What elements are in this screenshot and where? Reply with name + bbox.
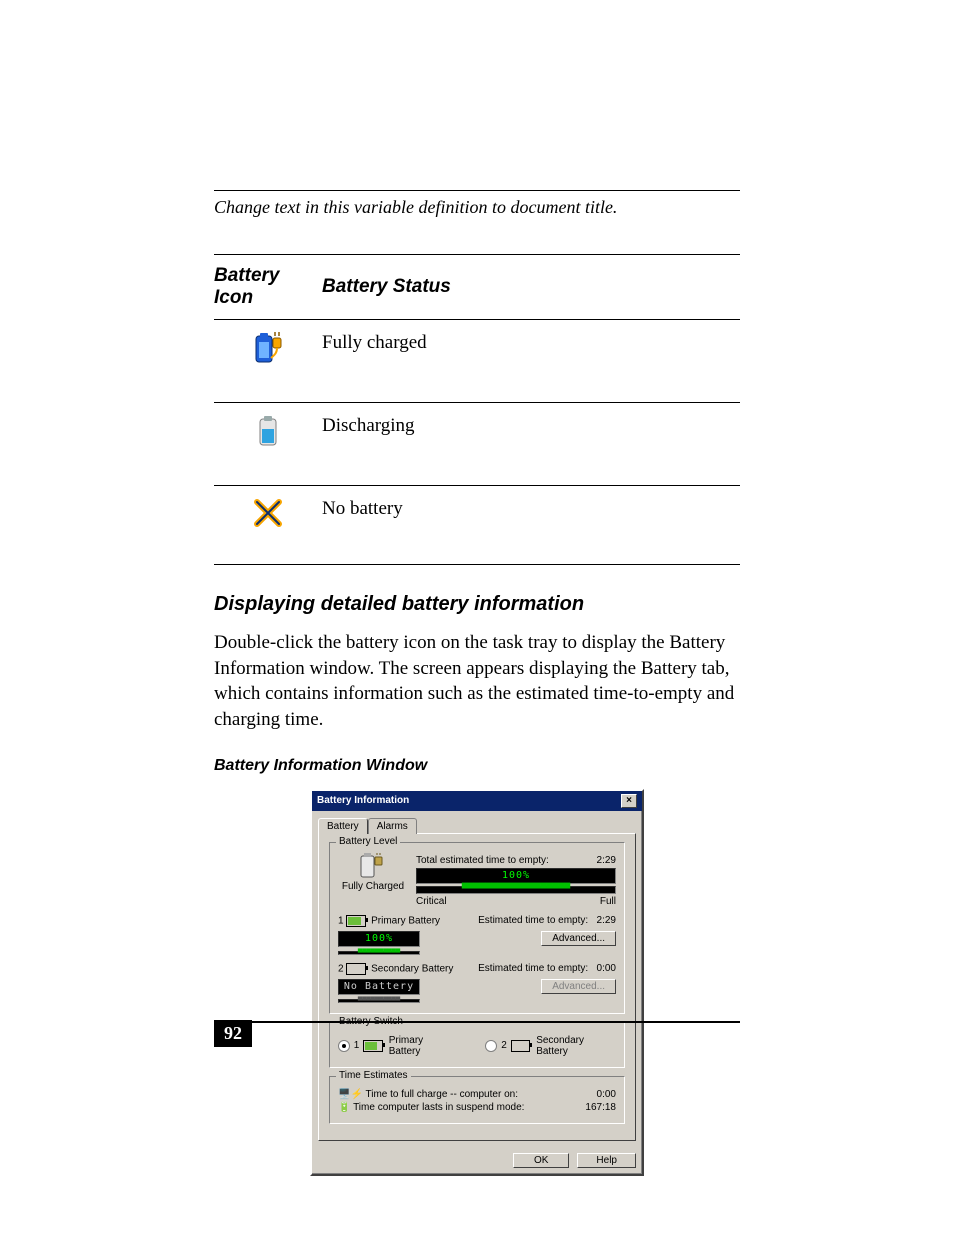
- time-full-charge-value: 0:00: [597, 1089, 616, 1100]
- battery-full-plug-icon: [253, 332, 283, 366]
- time-full-charge-label: 🖥️⚡ Time to full charge -- computer on:: [338, 1089, 518, 1100]
- group-time-estimates: Time Estimates 🖥️⚡ Time to full charge -…: [329, 1076, 625, 1124]
- page-number: 92: [214, 1020, 252, 1047]
- scale-high: Full: [600, 896, 616, 907]
- battery-full-plug-icon: [359, 853, 387, 881]
- tab-alarms[interactable]: Alarms: [368, 818, 417, 834]
- radio-secondary-battery[interactable]: 2 Secondary Battery: [485, 1035, 616, 1057]
- status-text: Fully Charged: [342, 881, 404, 892]
- help-button[interactable]: Help: [577, 1153, 636, 1168]
- time-suspend-label: 🔋 Time computer lasts in suspend mode:: [338, 1102, 524, 1113]
- primary-label: 1 Primary Battery: [338, 915, 440, 927]
- group-battery-switch: Battery Switch 1 Primary Battery 2 Secon…: [329, 1022, 625, 1068]
- section-heading: Displaying detailed battery information: [214, 593, 740, 616]
- body-paragraph: Double-click the battery icon on the tas…: [214, 630, 740, 733]
- level-bar-segments: ▀▀▀▀▀▀▀▀▀▀▀▀▀▀▀▀▀▀: [416, 886, 616, 894]
- level-pct: 100%: [502, 870, 530, 881]
- tab-battery[interactable]: Battery: [318, 818, 368, 834]
- advanced-primary-button[interactable]: Advanced...: [541, 931, 616, 946]
- secondary-label: 2 Secondary Battery: [338, 963, 453, 975]
- primary-est-value: 2:29: [597, 915, 616, 926]
- level-bar: 100%: [416, 868, 616, 884]
- ok-button[interactable]: OK: [513, 1153, 569, 1168]
- close-icon[interactable]: ×: [621, 794, 637, 808]
- figure-caption: Battery Information Window: [214, 757, 740, 775]
- dialog-title: Battery Information: [317, 795, 409, 806]
- no-battery-icon: [253, 498, 283, 528]
- th-battery-icon: Battery Icon: [214, 255, 322, 320]
- top-rule: [214, 190, 740, 191]
- group-battery-level: Battery Level Fully Charged: [329, 842, 625, 1014]
- table-row: Fully charged: [214, 320, 740, 403]
- primary-pct-bar: 100%: [338, 931, 420, 947]
- status-cell: Fully charged: [322, 320, 740, 403]
- status-cell: No battery: [322, 486, 740, 565]
- secondary-est-value: 0:00: [597, 963, 616, 974]
- th-battery-status: Battery Status: [322, 255, 740, 320]
- battery-icon-status-table: Battery Icon Battery Status Fully char: [214, 254, 740, 565]
- total-est-value: 2:29: [597, 855, 616, 866]
- radio-primary-battery[interactable]: 1 Primary Battery: [338, 1035, 455, 1057]
- status-cell: Discharging: [322, 403, 740, 486]
- primary-est-label: Estimated time to empty:: [478, 915, 588, 926]
- advanced-secondary-button: Advanced...: [541, 979, 616, 994]
- battery-discharging-icon: [256, 415, 280, 449]
- secondary-est-label: Estimated time to empty:: [478, 963, 588, 974]
- table-row: Discharging: [214, 403, 740, 486]
- legend-time-estimates: Time Estimates: [336, 1070, 411, 1081]
- bottom-rule: [214, 1021, 740, 1023]
- titlebar[interactable]: Battery Information ×: [312, 791, 642, 811]
- total-est-label: Total estimated time to empty:: [416, 855, 549, 866]
- secondary-pct-bar: No Battery: [338, 979, 420, 995]
- time-suspend-value: 167:18: [585, 1102, 616, 1113]
- legend-battery-level: Battery Level: [336, 836, 400, 847]
- table-row: No battery: [214, 486, 740, 565]
- scale-low: Critical: [416, 896, 447, 907]
- battery-information-dialog: Battery Information × BatteryAlarms Batt…: [310, 789, 644, 1176]
- header-variable-text: Change text in this variable definition …: [214, 197, 740, 218]
